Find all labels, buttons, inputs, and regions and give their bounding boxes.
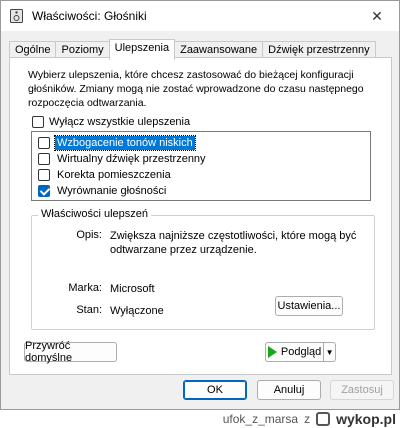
- close-button[interactable]: ✕: [355, 1, 399, 31]
- disable-all-checkbox[interactable]: [32, 116, 44, 128]
- state-value: Wyłączone: [110, 305, 164, 317]
- cancel-button[interactable]: Anuluj: [257, 380, 321, 400]
- watermark: ufok_z_marsa z wykop.pl: [223, 410, 396, 428]
- watermark-user: ufok_z_marsa: [222, 412, 299, 426]
- disable-all-label: Wyłącz wszystkie ulepszenia: [49, 116, 191, 128]
- disable-all-checkbox-row[interactable]: Wyłącz wszystkie ulepszenia: [32, 116, 190, 128]
- preview-split-button: Podgląd ▼: [265, 342, 337, 362]
- loudness-equalization-checkbox[interactable]: [38, 185, 50, 197]
- properties-dialog: Właściwości: Głośniki ✕ Ogólne Poziomy U…: [0, 0, 400, 410]
- preview-label: Podgląd: [280, 346, 322, 358]
- preview-button[interactable]: Podgląd: [265, 342, 325, 362]
- state-label: Stan:: [76, 304, 102, 316]
- play-icon: [267, 346, 277, 358]
- list-item-room-correction[interactable]: Korekta pomieszczenia: [32, 167, 370, 183]
- room-correction-checkbox[interactable]: [38, 169, 50, 181]
- watermark-z: z: [304, 412, 311, 426]
- wykop-logo-icon: [316, 412, 331, 426]
- window-title: Właściwości: Głośniki: [32, 9, 147, 23]
- enhancements-panel: Wybierz ulepszenia, które chcesz zastoso…: [9, 57, 392, 375]
- tab-enhancements[interactable]: Ulepszenia: [108, 39, 176, 60]
- apply-button[interactable]: Zastosuj: [330, 380, 394, 400]
- ok-button[interactable]: OK: [183, 380, 247, 400]
- tab-strip: Ogólne Poziomy Ulepszenia Zaawansowane D…: [9, 39, 376, 60]
- list-item-bass-boost[interactable]: Wzbogacenie tonów niskich: [32, 135, 370, 151]
- close-icon: ✕: [371, 7, 383, 24]
- settings-button[interactable]: Ustawienia...: [275, 296, 343, 316]
- preview-dropdown-button[interactable]: ▼: [323, 342, 336, 362]
- panel-description: Wybierz ulepszenia, które chcesz zastoso…: [28, 69, 364, 109]
- watermark-site: wykop.pl: [336, 411, 396, 427]
- bass-boost-checkbox[interactable]: [38, 137, 50, 149]
- loudness-equalization-label: Wyrównanie głośności: [57, 185, 167, 197]
- brand-value: Microsoft: [110, 283, 155, 295]
- group-title: Właściwości ulepszeń: [38, 208, 151, 220]
- room-correction-label: Korekta pomieszczenia: [57, 169, 171, 181]
- list-item-virtual-surround[interactable]: Wirtualny dźwięk przestrzenny: [32, 151, 370, 167]
- brand-label: Marka:: [68, 282, 102, 294]
- chevron-down-icon: ▼: [325, 347, 334, 357]
- virtual-surround-label: Wirtualny dźwięk przestrzenny: [57, 153, 206, 165]
- enhancement-properties-group: Właściwości ulepszeń Opis: Zwiększa najn…: [31, 208, 375, 330]
- enhancements-list[interactable]: Wzbogacenie tonów niskich Wirtualny dźwi…: [31, 131, 371, 201]
- title-bar: Właściwości: Głośniki ✕: [1, 1, 399, 31]
- bass-boost-label: Wzbogacenie tonów niskich: [54, 135, 196, 151]
- speaker-app-icon: [10, 9, 23, 23]
- description-label: Opis:: [76, 229, 102, 241]
- restore-defaults-button[interactable]: Przywróć domyślne: [24, 340, 117, 364]
- list-item-loudness-equalization[interactable]: Wyrównanie głośności: [32, 183, 370, 199]
- description-value: Zwiększa najniższe częstotliwości, które…: [110, 230, 357, 256]
- virtual-surround-checkbox[interactable]: [38, 153, 50, 165]
